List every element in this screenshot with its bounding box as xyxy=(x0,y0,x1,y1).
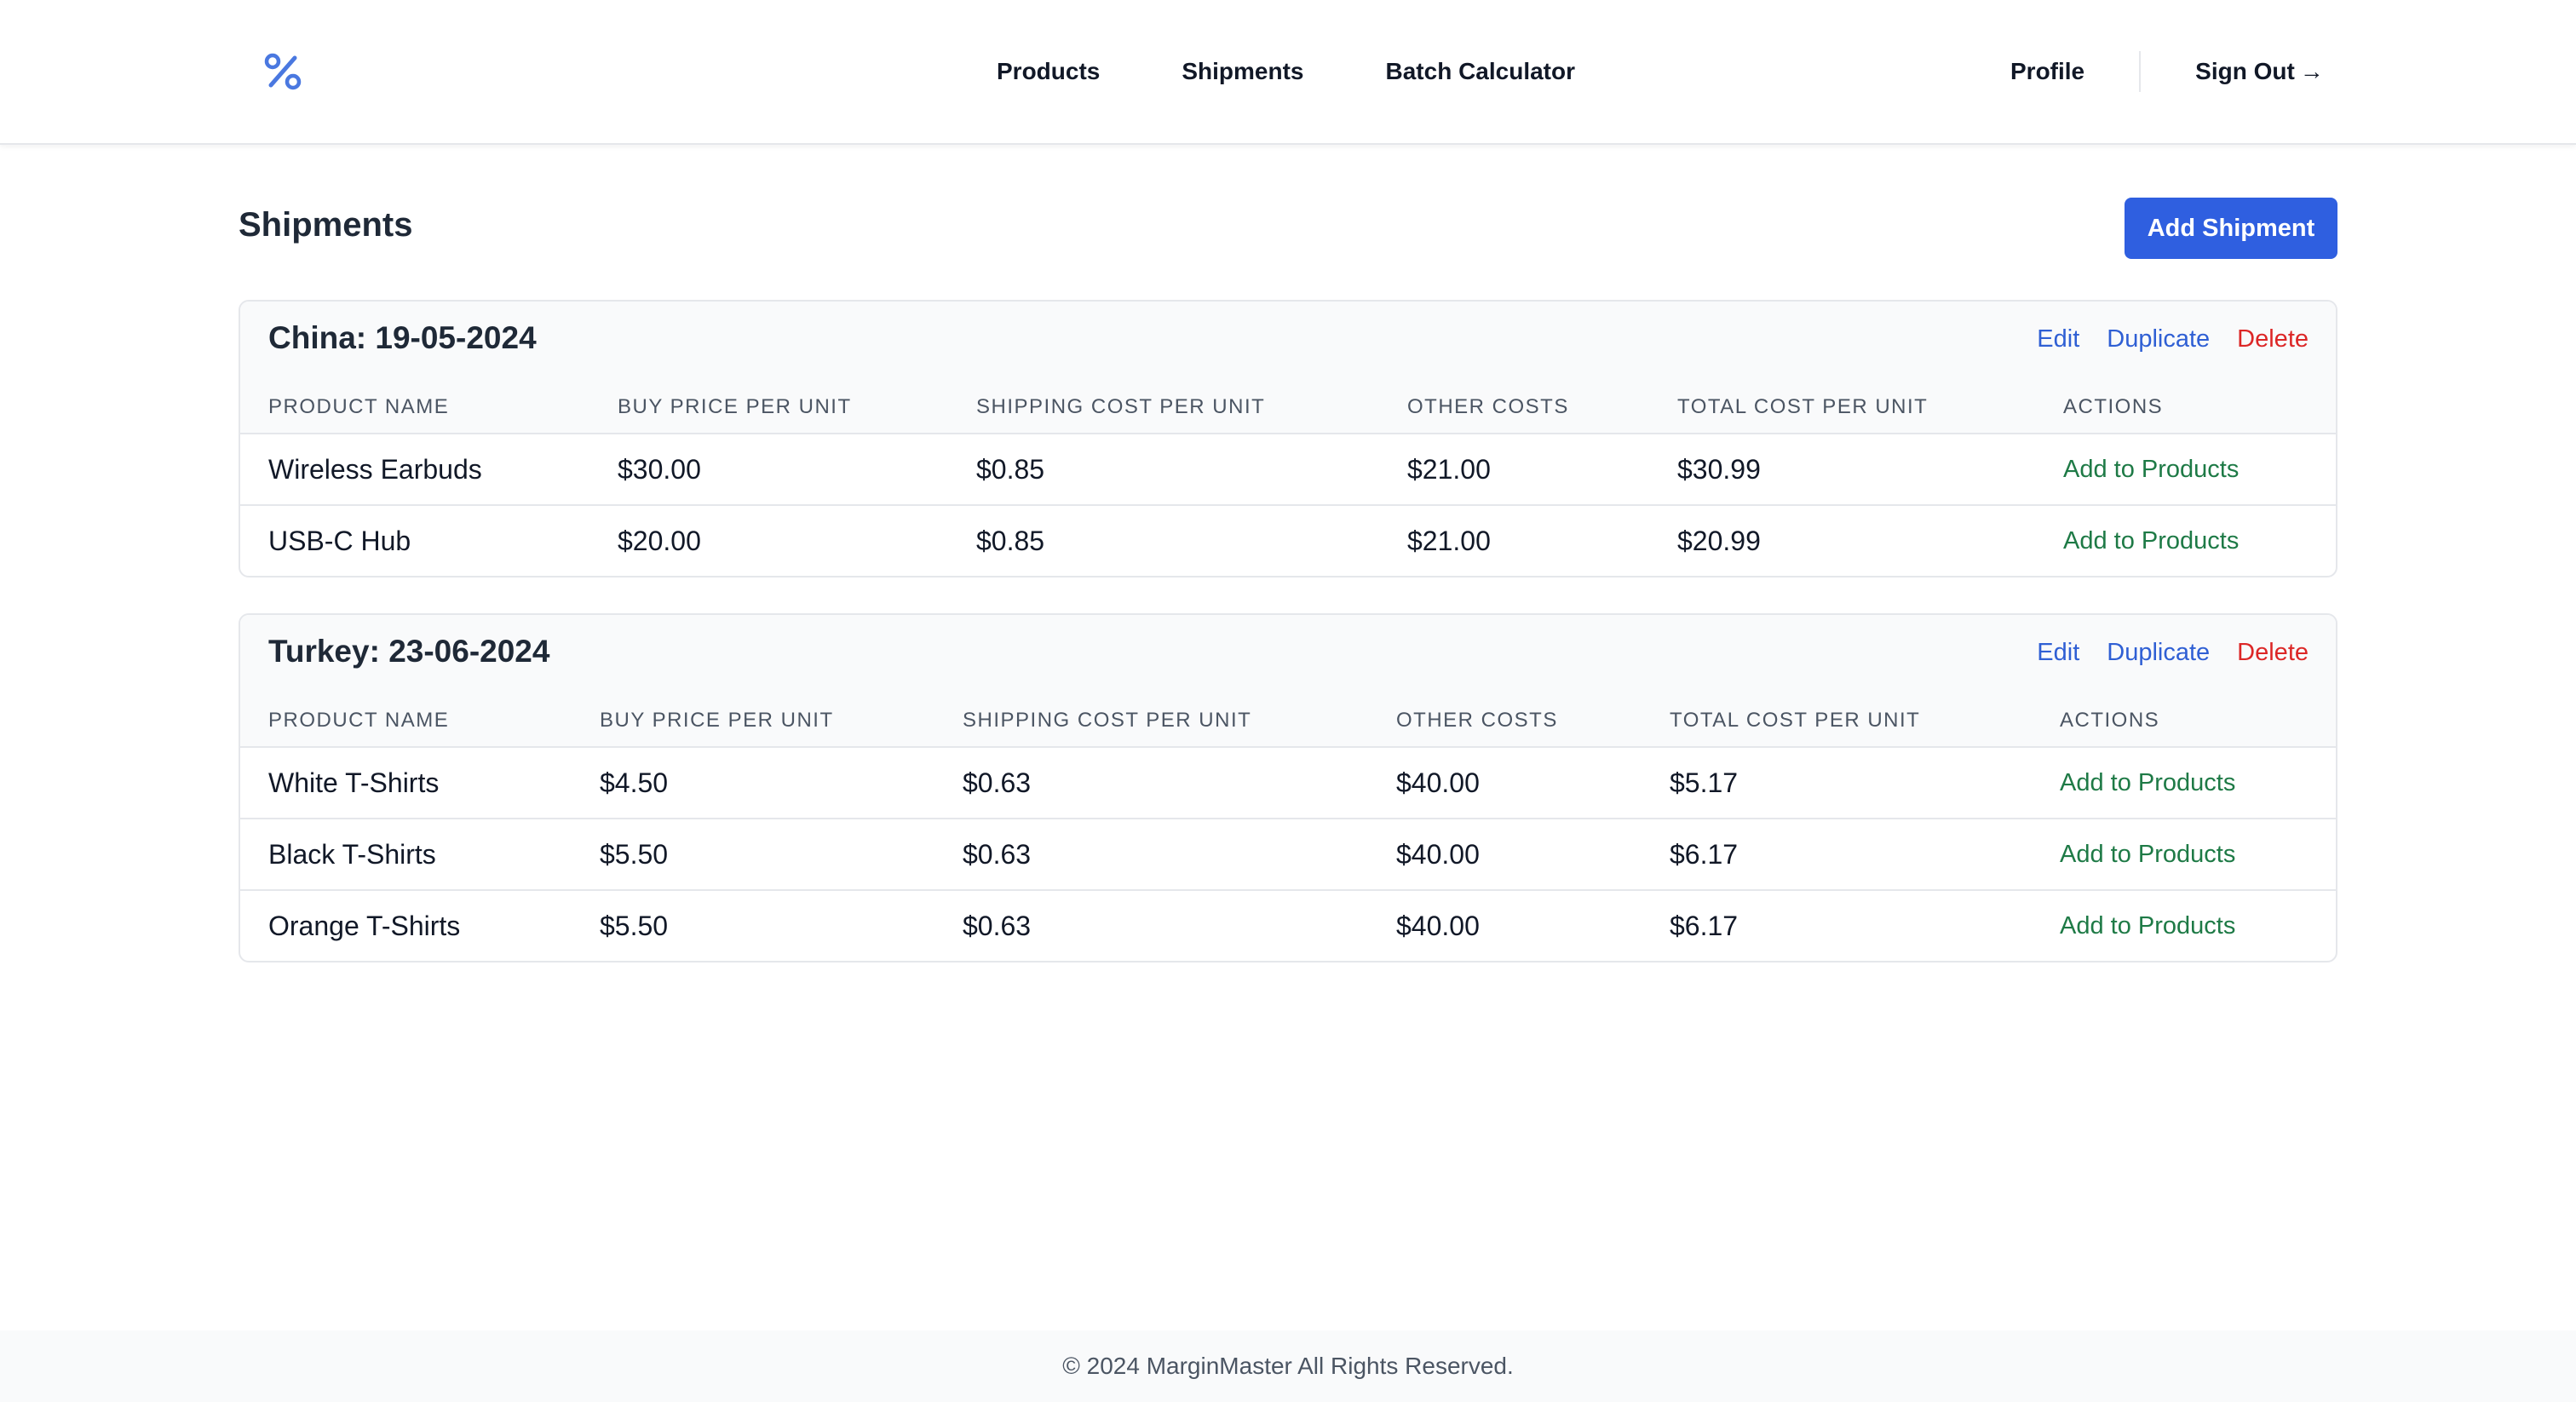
product-name-cell: Wireless Earbuds xyxy=(268,454,482,485)
total-cost-cell: $6.17 xyxy=(1670,911,1739,941)
footer-copyright: © 2024 MarginMaster All Rights Reserved. xyxy=(1062,1353,1514,1379)
column-header-buy-price: BUY PRICE PER UNIT xyxy=(618,395,852,418)
edit-shipment-link[interactable]: Edit xyxy=(2037,325,2079,353)
column-header-shipping-cost: SHIPPING COST PER UNIT xyxy=(976,395,1266,418)
column-header-total-cost: TOTAL COST PER UNIT xyxy=(1677,395,1929,418)
edit-shipment-link[interactable]: Edit xyxy=(2037,639,2079,667)
nav-batch-calculator-link[interactable]: Batch Calculator xyxy=(1386,58,1576,85)
shipment-card-header: China: 19-05-2024 Edit Duplicate Delete … xyxy=(240,302,2336,434)
add-to-products-link[interactable]: Add to Products xyxy=(2063,434,2239,504)
table-row: USB-C Hub $20.00 $0.85 $21.00 $20.99 Add… xyxy=(240,506,2336,576)
add-shipment-button[interactable]: Add Shipment xyxy=(2125,198,2337,259)
table-row: White T-Shirts $4.50 $0.63 $40.00 $5.17 … xyxy=(240,748,2336,819)
footer: © 2024 MarginMaster All Rights Reserved. xyxy=(0,1330,2576,1402)
delete-shipment-link[interactable]: Delete xyxy=(2237,639,2309,667)
column-header-shipping-cost: SHIPPING COST PER UNIT xyxy=(963,709,1252,732)
other-costs-cell: $21.00 xyxy=(1407,526,1491,556)
add-to-products-link[interactable]: Add to Products xyxy=(2060,819,2235,889)
shipment-card-header: Turkey: 23-06-2024 Edit Duplicate Delete… xyxy=(240,615,2336,748)
buy-price-cell: $30.00 xyxy=(618,454,701,485)
column-header-other-costs: OTHER COSTS xyxy=(1396,709,1558,732)
other-costs-cell: $21.00 xyxy=(1407,454,1491,485)
shipment-card-turkey: Turkey: 23-06-2024 Edit Duplicate Delete… xyxy=(239,613,2337,962)
add-to-products-link[interactable]: Add to Products xyxy=(2060,891,2235,961)
table-row: Black T-Shirts $5.50 $0.63 $40.00 $6.17 … xyxy=(240,819,2336,891)
add-to-products-link[interactable]: Add to Products xyxy=(2060,748,2235,818)
table-row: Wireless Earbuds $30.00 $0.85 $21.00 $30… xyxy=(240,434,2336,506)
buy-price-cell: $20.00 xyxy=(618,526,701,556)
page-title: Shipments xyxy=(239,206,413,244)
shipment-actions: Edit Duplicate Delete xyxy=(2037,639,2309,667)
product-name-cell: Black T-Shirts xyxy=(268,839,436,870)
nav-shipments-link[interactable]: Shipments xyxy=(1182,58,1303,85)
column-header-other-costs: OTHER COSTS xyxy=(1407,395,1569,418)
total-cost-cell: $6.17 xyxy=(1670,839,1739,870)
sign-out-link[interactable]: Sign Out → xyxy=(2195,58,2324,85)
product-name-cell: Orange T-Shirts xyxy=(268,911,461,941)
buy-price-cell: $5.50 xyxy=(600,911,669,941)
shipment-title: Turkey: 23-06-2024 xyxy=(268,634,550,669)
other-costs-cell: $40.00 xyxy=(1396,767,1480,798)
user-nav: Profile Sign Out → xyxy=(2010,0,2324,143)
product-name-cell: USB-C Hub xyxy=(268,526,411,556)
column-header-actions: ACTIONS xyxy=(2063,395,2164,418)
duplicate-shipment-link[interactable]: Duplicate xyxy=(2107,325,2210,353)
column-header-product-name: PRODUCT NAME xyxy=(268,709,450,732)
table-row: Orange T-Shirts $5.50 $0.63 $40.00 $6.17… xyxy=(240,891,2336,961)
other-costs-cell: $40.00 xyxy=(1396,911,1480,941)
delete-shipment-link[interactable]: Delete xyxy=(2237,325,2309,353)
column-header-total-cost: TOTAL COST PER UNIT xyxy=(1670,709,1921,732)
sign-out-label: Sign Out xyxy=(2195,58,2295,84)
other-costs-cell: $40.00 xyxy=(1396,839,1480,870)
total-cost-cell: $30.99 xyxy=(1677,454,1761,485)
shipping-cost-cell: $0.63 xyxy=(963,839,1032,870)
shipping-cost-cell: $0.85 xyxy=(976,526,1045,556)
percent-icon[interactable] xyxy=(262,51,303,92)
shipping-cost-cell: $0.63 xyxy=(963,767,1032,798)
shipping-cost-cell: $0.63 xyxy=(963,911,1032,941)
buy-price-cell: $4.50 xyxy=(600,767,669,798)
column-header-actions: ACTIONS xyxy=(2060,709,2160,732)
column-header-buy-price: BUY PRICE PER UNIT xyxy=(600,709,834,732)
arrow-right-icon: → xyxy=(2299,58,2324,84)
total-cost-cell: $20.99 xyxy=(1677,526,1761,556)
profile-link[interactable]: Profile xyxy=(2010,58,2084,85)
duplicate-shipment-link[interactable]: Duplicate xyxy=(2107,639,2210,667)
nav-divider xyxy=(2139,51,2142,92)
main-nav: Products Shipments Batch Calculator xyxy=(997,0,1575,143)
shipping-cost-cell: $0.85 xyxy=(976,454,1045,485)
shipment-card-china: China: 19-05-2024 Edit Duplicate Delete … xyxy=(239,300,2337,577)
buy-price-cell: $5.50 xyxy=(600,839,669,870)
add-to-products-link[interactable]: Add to Products xyxy=(2063,506,2239,576)
shipment-actions: Edit Duplicate Delete xyxy=(2037,325,2309,353)
nav-products-link[interactable]: Products xyxy=(997,58,1100,85)
shipment-title: China: 19-05-2024 xyxy=(268,320,537,355)
total-cost-cell: $5.17 xyxy=(1670,767,1739,798)
product-name-cell: White T-Shirts xyxy=(268,767,440,798)
column-header-product-name: PRODUCT NAME xyxy=(268,395,450,418)
top-navbar: Products Shipments Batch Calculator Prof… xyxy=(0,0,2576,145)
